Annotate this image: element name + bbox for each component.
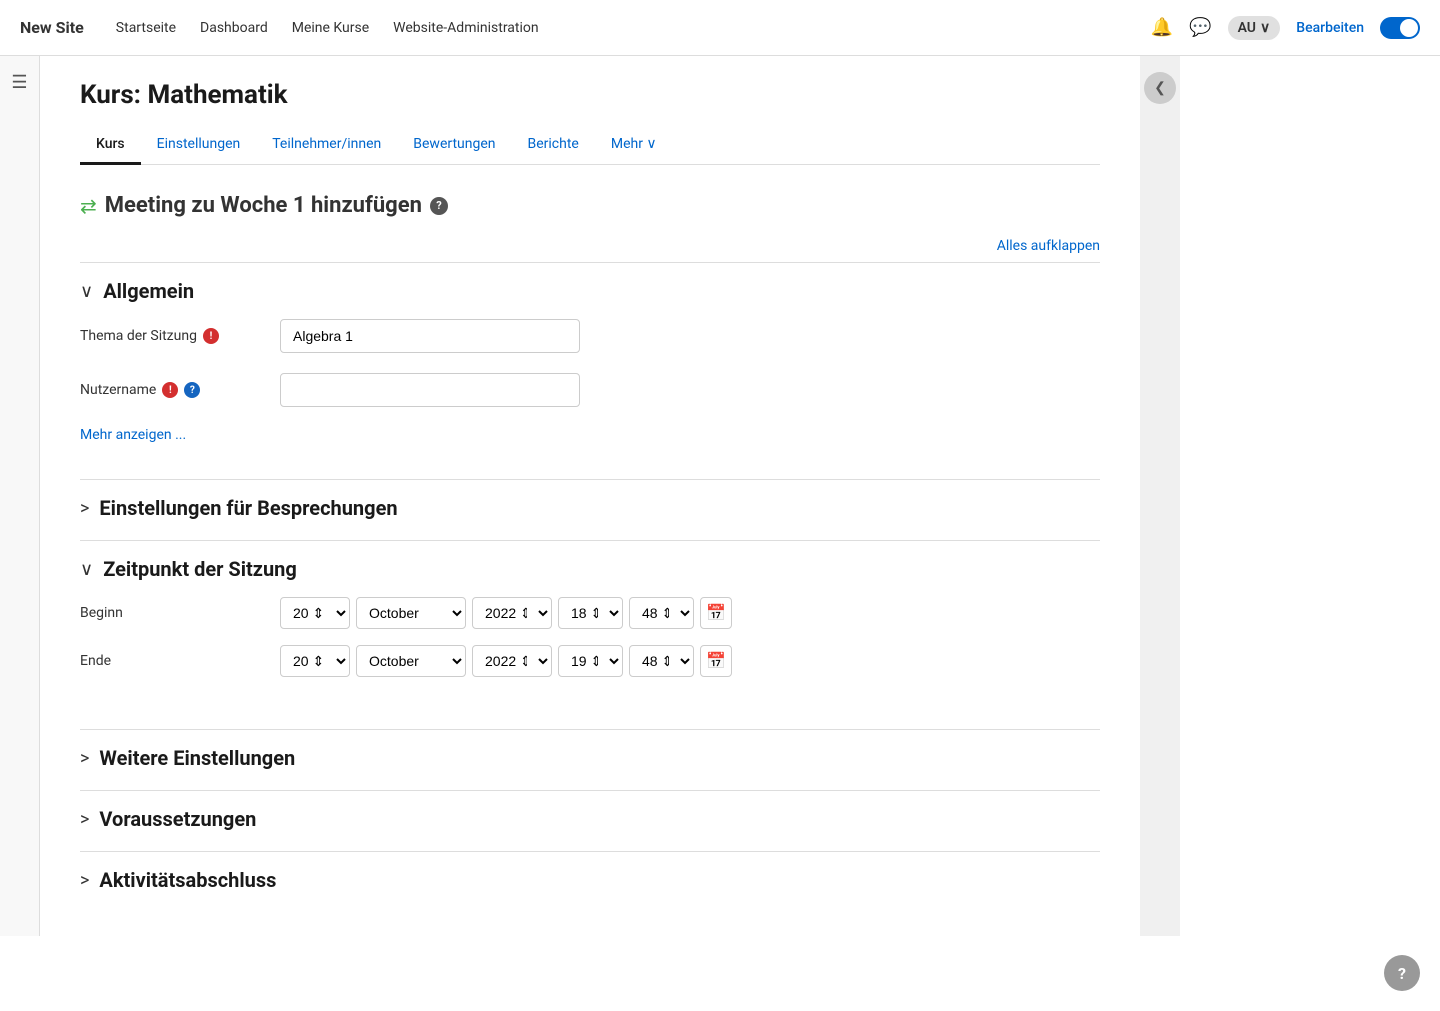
tab-mehr[interactable]: Mehr ∨ xyxy=(595,126,673,165)
top-nav: New Site Startseite Dashboard Meine Kurs… xyxy=(0,0,1440,56)
nav-website-admin[interactable]: Website-Administration xyxy=(393,20,538,36)
zeitpunkt-title: Zeitpunkt der Sitzung xyxy=(103,557,297,581)
thema-label: Thema der Sitzung ! xyxy=(80,328,280,344)
ende-label: Ende xyxy=(80,653,280,669)
tab-teilnehmer[interactable]: Teilnehmer/innen xyxy=(256,126,397,165)
aktivitaet-chevron: > xyxy=(80,870,89,891)
voraussetzungen-title: Voraussetzungen xyxy=(99,807,256,831)
thema-row: Thema der Sitzung ! xyxy=(80,319,1100,353)
section-zeitpunkt-header[interactable]: ∨ Zeitpunkt der Sitzung xyxy=(80,557,1100,581)
beginn-month-select[interactable]: October xyxy=(356,597,466,629)
section-aktivitaet-header[interactable]: > Aktivitätsabschluss xyxy=(80,868,1100,892)
ende-hour-select[interactable]: 19 ⇕ xyxy=(558,645,623,677)
beginn-hour-select[interactable]: 18 ⇕ xyxy=(558,597,623,629)
alles-aufklappen-link[interactable]: Alles aufklappen xyxy=(997,238,1100,254)
page-title: Kurs: Mathematik xyxy=(80,80,1100,110)
ende-month-select[interactable]: October xyxy=(356,645,466,677)
menu-icon: ☰ xyxy=(11,72,27,93)
thema-input[interactable] xyxy=(280,319,580,353)
chat-icon[interactable]: 💬 xyxy=(1189,17,1211,38)
mehr-anzeigen-link[interactable]: Mehr anzeigen ... xyxy=(80,427,186,443)
beginn-row: Beginn 20 ⇕ October 2022 ⇕ 18 ⇕ xyxy=(80,597,1100,629)
section-voraussetzungen: > Voraussetzungen xyxy=(80,790,1100,847)
calendar-icon-2: 📅 xyxy=(706,651,726,671)
meeting-icon: ⇄ xyxy=(80,194,97,218)
tabs-bar: Kurs Einstellungen Teilnehmer/innen Bewe… xyxy=(80,126,1100,165)
nav-right: 🔔 💬 AU ∨ Bearbeiten xyxy=(1151,16,1420,40)
tab-kurs[interactable]: Kurs xyxy=(80,126,141,165)
nav-startseite[interactable]: Startseite xyxy=(116,20,176,36)
weitere-title: Weitere Einstellungen xyxy=(99,746,295,770)
weitere-chevron: > xyxy=(80,748,89,769)
zeitpunkt-chevron: ∨ xyxy=(80,559,93,580)
user-menu[interactable]: AU ∨ xyxy=(1228,16,1281,40)
bearbeiten-label[interactable]: Bearbeiten xyxy=(1296,20,1364,36)
ende-calendar-button[interactable]: 📅 xyxy=(700,645,732,677)
beginn-label: Beginn xyxy=(80,605,280,621)
question-icon: ? xyxy=(1398,964,1406,983)
bearbeiten-toggle[interactable] xyxy=(1380,17,1420,39)
nutzername-required-icon: ! xyxy=(162,382,178,398)
nutzername-row: Nutzername ! ? xyxy=(80,373,1100,407)
section-aktivitaet: > Aktivitätsabschluss xyxy=(80,851,1100,908)
thema-required-icon: ! xyxy=(203,328,219,344)
user-initials: AU xyxy=(1238,20,1256,36)
section-zeitpunkt: ∨ Zeitpunkt der Sitzung Beginn 20 ⇕ Octo… xyxy=(80,540,1100,725)
ende-min-select[interactable]: 48 ⇕ xyxy=(629,645,694,677)
allgemein-title: Allgemein xyxy=(103,279,194,303)
section-besprechungen-header[interactable]: > Einstellungen für Besprechungen xyxy=(80,496,1100,520)
ende-row: Ende 20 ⇕ October 2022 ⇕ 19 ⇕ xyxy=(80,645,1100,677)
nav-meine-kurse[interactable]: Meine Kurse xyxy=(292,20,369,36)
besprechungen-chevron: > xyxy=(80,498,89,519)
tab-berichte[interactable]: Berichte xyxy=(512,126,595,165)
section-voraussetzungen-header[interactable]: > Voraussetzungen xyxy=(80,807,1100,831)
chevron-left-icon: ❮ xyxy=(1154,80,1166,96)
chevron-down-icon: ∨ xyxy=(1260,20,1270,36)
form-title-help-icon[interactable]: ? xyxy=(430,197,448,215)
nav-links: Startseite Dashboard Meine Kurse Website… xyxy=(116,20,1151,36)
beginn-year-select[interactable]: 2022 ⇕ xyxy=(472,597,552,629)
section-allgemein-header[interactable]: ∨ Allgemein xyxy=(80,279,1100,303)
section-allgemein: ∨ Allgemein Thema der Sitzung ! Nutzerna… xyxy=(80,262,1100,475)
beginn-calendar-button[interactable]: 📅 xyxy=(700,597,732,629)
form-page-title-row: ⇄ Meeting zu Woche 1 hinzufügen ? xyxy=(80,193,1100,218)
allgemein-form: Thema der Sitzung ! Nutzername ! ? Mehr … xyxy=(80,303,1100,459)
bell-icon[interactable]: 🔔 xyxy=(1151,17,1173,38)
calendar-icon: 📅 xyxy=(706,603,726,623)
ende-fields: 20 ⇕ October 2022 ⇕ 19 ⇕ 48 ⇕ xyxy=(280,645,732,677)
aktivitaet-title: Aktivitätsabschluss xyxy=(99,868,276,892)
beginn-min-select[interactable]: 48 ⇕ xyxy=(629,597,694,629)
alles-aufklappen-row: Alles aufklappen xyxy=(80,238,1100,254)
site-name: New Site xyxy=(20,18,84,37)
right-panel-collapse-button[interactable]: ❮ xyxy=(1144,72,1176,104)
right-panel: ❮ xyxy=(1140,56,1180,936)
ende-year-select[interactable]: 2022 ⇕ xyxy=(472,645,552,677)
nutzername-help-icon[interactable]: ? xyxy=(184,382,200,398)
section-besprechungen: > Einstellungen für Besprechungen xyxy=(80,479,1100,536)
tab-einstellungen[interactable]: Einstellungen xyxy=(141,126,257,165)
ende-day-select[interactable]: 20 ⇕ xyxy=(280,645,350,677)
besprechungen-title: Einstellungen für Besprechungen xyxy=(99,496,397,520)
section-weitere: > Weitere Einstellungen xyxy=(80,729,1100,786)
nutzername-input[interactable] xyxy=(280,373,580,407)
nav-dashboard[interactable]: Dashboard xyxy=(200,20,268,36)
main-content: Kurs: Mathematik Kurs Einstellungen Teil… xyxy=(40,56,1140,936)
beginn-day-select[interactable]: 20 ⇕ xyxy=(280,597,350,629)
beginn-fields: 20 ⇕ October 2022 ⇕ 18 ⇕ 48 ⇕ xyxy=(280,597,732,629)
voraussetzungen-chevron: > xyxy=(80,809,89,830)
form-page-title: Meeting zu Woche 1 hinzufügen xyxy=(105,193,422,218)
tab-bewertungen[interactable]: Bewertungen xyxy=(397,126,511,165)
section-weitere-header[interactable]: > Weitere Einstellungen xyxy=(80,746,1100,770)
nutzername-label: Nutzername ! ? xyxy=(80,382,280,398)
zeitpunkt-form: Beginn 20 ⇕ October 2022 ⇕ 18 ⇕ xyxy=(80,581,1100,709)
allgemein-chevron: ∨ xyxy=(80,281,93,302)
help-button[interactable]: ? xyxy=(1384,955,1420,991)
sidebar-toggle[interactable]: ☰ xyxy=(0,56,40,936)
page-layout: ☰ Kurs: Mathematik Kurs Einstellungen Te… xyxy=(0,56,1440,936)
